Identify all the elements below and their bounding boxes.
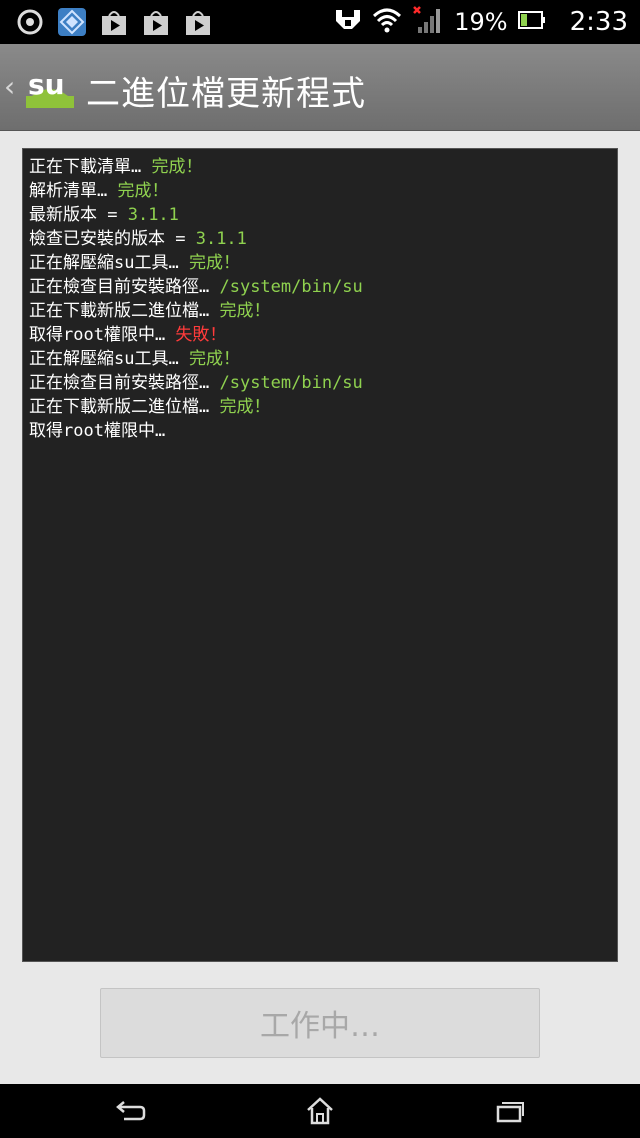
app-grid-icon [56,6,88,38]
console-line: 取得root權限中… 失敗！ [29,323,611,347]
console-line-status: /system/bin/su [219,277,363,297]
console-line-text: 正在解壓縮su工具… [29,253,189,273]
working-button[interactable]: 工作中… [100,988,540,1058]
console-line-text: 最新版本 = [29,205,128,225]
console-line-text: 解析清單… [29,181,118,201]
console-line-status: 完成！ [188,253,240,273]
signal-icon [412,5,444,39]
usb-icon [334,7,362,37]
play-store-icon [98,6,130,38]
sync-circle-icon [14,6,46,38]
console-line-status: 完成！ [188,349,240,369]
home-icon[interactable] [300,1094,340,1128]
console-line: 正在解壓縮su工具… 完成！ [29,347,611,371]
console-line-text: 正在檢查目前安裝路徑… [29,277,220,297]
action-bar: ‹ su 二進位檔更新程式 [0,44,640,131]
back-chevron-icon[interactable]: ‹ [4,70,15,103]
console-line-text: 正在下載新版二進位檔… [29,397,220,417]
console-output: 正在下載清單… 完成！ 解析清單… 完成！ 最新版本 = 3.1.1 檢查已安裝的版本… [22,148,618,962]
console-line-status: 完成！ [151,157,203,177]
console-line: 正在檢查目前安裝路徑… /system/bin/su [29,275,611,299]
console-line-text: 正在解壓縮su工具… [29,349,189,369]
console-line: 最新版本 = 3.1.1 [29,203,611,227]
console-line-text: 取得root權限中… [29,421,166,441]
play-store-icon [182,6,214,38]
console-line: 正在下載新版二進位檔… 完成！ [29,299,611,323]
battery-percent: 19% [454,8,508,36]
console-line-status: 3.1.1 [195,229,247,249]
console-line: 正在解壓縮su工具… 完成！ [29,251,611,275]
console-line: 正在檢查目前安裝路徑… /system/bin/su [29,371,611,395]
recent-apps-icon[interactable] [490,1094,530,1128]
console-line-status: 完成！ [219,301,271,321]
console-line: 正在下載清單… 完成！ [29,155,611,179]
console-line-status: 3.1.1 [127,205,179,225]
clock: 2:33 [569,7,628,37]
page-title: 二進位檔更新程式 [86,74,366,114]
status-bar: 19% 2:33 [0,0,640,44]
console-line: 解析清單… 完成！ [29,179,611,203]
logo-text: su [28,68,65,101]
wifi-icon [372,7,402,37]
play-store-icon [140,6,172,38]
console-line-status: 完成！ [219,397,271,417]
console-line: 正在下載新版二進位檔… 完成！ [29,395,611,419]
battery-icon [517,10,546,34]
console-line-text: 檢查已安裝的版本 = [29,229,196,249]
console-line-text: 正在檢查目前安裝路徑… [29,373,220,393]
console-line: 取得root權限中… [29,419,611,443]
console-line-status: 失敗！ [175,325,227,345]
console-line-text: 正在下載新版二進位檔… [29,301,220,321]
back-icon[interactable] [110,1094,150,1128]
navigation-bar [0,1084,640,1138]
console-line-text: 取得root權限中… [29,325,176,345]
app-logo[interactable]: su [24,66,76,110]
console-line-status: 完成！ [117,181,169,201]
console-line-text: 正在下載清單… [29,157,152,177]
console-line-status: /system/bin/su [219,373,363,393]
console-line: 檢查已安裝的版本 = 3.1.1 [29,227,611,251]
